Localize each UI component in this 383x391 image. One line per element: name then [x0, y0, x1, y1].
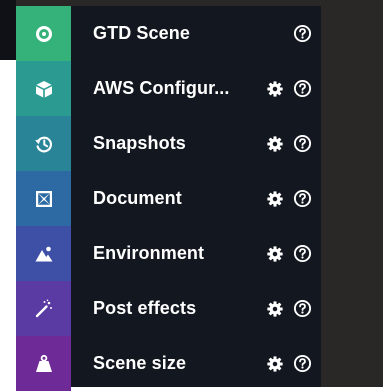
environment-icon [34, 244, 54, 264]
tile-environment [16, 226, 71, 281]
gear-icon[interactable] [265, 244, 285, 264]
gear-icon[interactable] [265, 299, 285, 319]
panel-item-gtd-scene[interactable]: GTD Scene [16, 6, 321, 61]
tile-aws-configuration [16, 61, 71, 116]
help-icon[interactable] [292, 23, 313, 44]
tile-gtd-scene [16, 6, 71, 61]
tile-document [16, 171, 71, 226]
gear-icon[interactable] [265, 79, 285, 99]
panel-item-label: Scene size [93, 353, 187, 373]
scene-panel: GTD Scene AWS Configur... Snapshots Docu… [16, 6, 321, 391]
panel-item-label: Post effects [93, 298, 197, 318]
panel-item-aws-configuration[interactable]: AWS Configur... [16, 61, 321, 116]
panel-item-environment[interactable]: Environment [16, 226, 321, 281]
help-icon[interactable] [292, 298, 313, 319]
help-icon[interactable] [292, 133, 313, 154]
frame-left [0, 60, 16, 391]
help-icon[interactable] [292, 188, 313, 209]
panel-item-label: AWS Configur... [93, 78, 230, 98]
target-icon [35, 25, 53, 43]
panel-item-snapshots[interactable]: Snapshots [16, 116, 321, 171]
help-icon[interactable] [292, 353, 313, 374]
panel-item-document[interactable]: Document [16, 171, 321, 226]
window-top-strip [0, 0, 16, 60]
weight-icon [34, 354, 54, 374]
gear-icon[interactable] [265, 354, 285, 374]
magic-wand-icon [34, 299, 54, 319]
tile-snapshots [16, 116, 71, 171]
gear-icon[interactable] [265, 189, 285, 209]
help-icon[interactable] [292, 78, 313, 99]
frame-right [321, 0, 383, 391]
panel-item-label: Environment [93, 243, 205, 263]
help-icon[interactable] [292, 243, 313, 264]
gear-icon[interactable] [265, 134, 285, 154]
history-icon [34, 134, 54, 154]
panel-item-label: GTD Scene [93, 23, 190, 43]
tile-scene-size [16, 336, 71, 391]
panel-item-label: Snapshots [93, 133, 186, 153]
document-frame-icon [34, 189, 54, 209]
tile-post-effects [16, 281, 71, 336]
cube-icon [34, 79, 54, 99]
panel-item-label: Document [93, 188, 182, 208]
panel-item-post-effects[interactable]: Post effects [16, 281, 321, 336]
panel-item-scene-size[interactable]: Scene size [16, 336, 321, 391]
